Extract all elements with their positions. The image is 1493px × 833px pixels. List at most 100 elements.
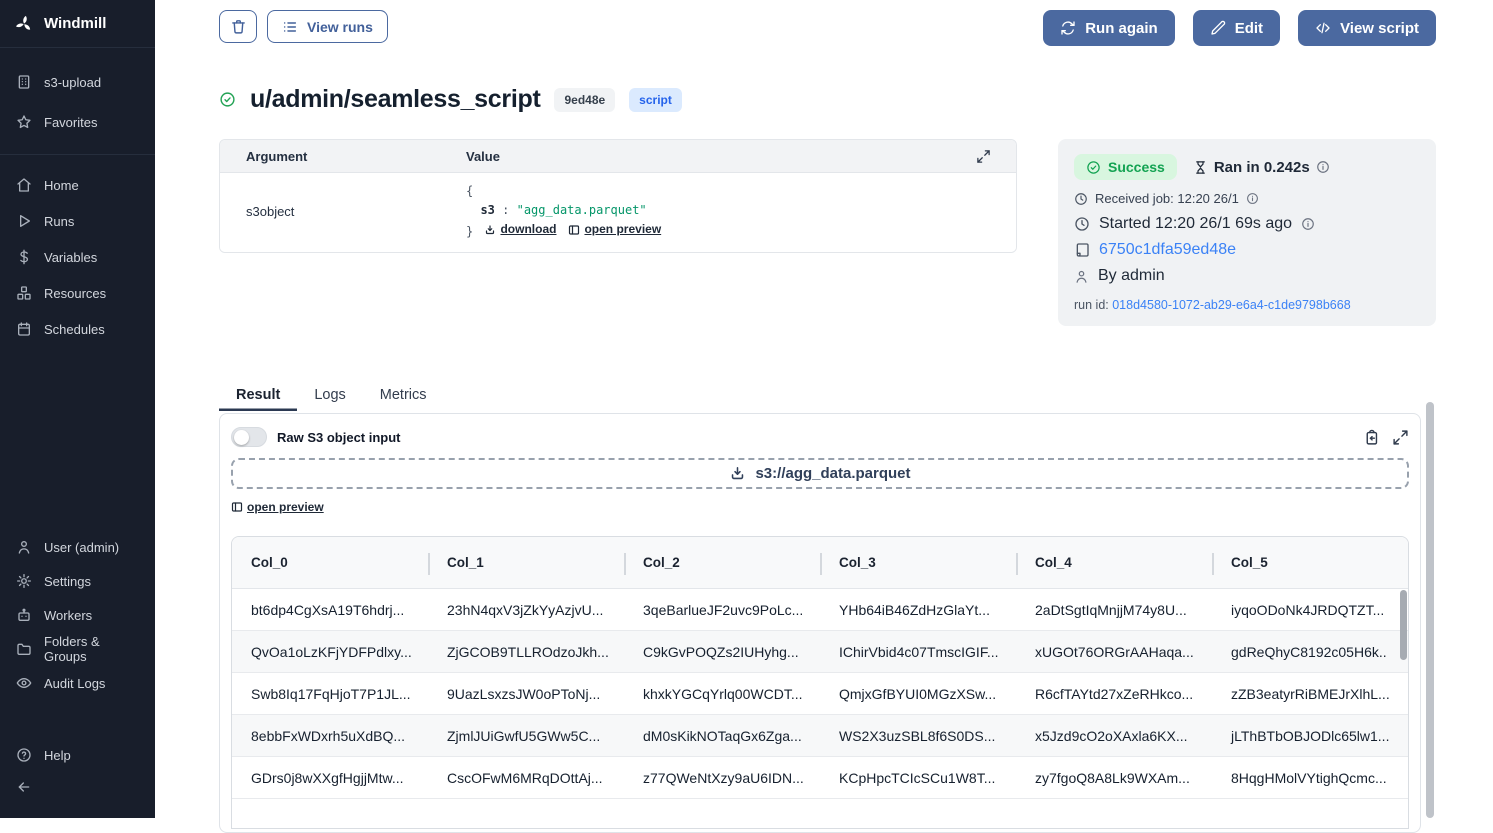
raw-s3-toggle[interactable] — [231, 427, 267, 447]
open-preview-link[interactable]: open preview — [231, 500, 324, 514]
view-script-button[interactable]: View script — [1298, 10, 1436, 46]
panel-preview-icon — [568, 224, 580, 236]
hourglass-icon — [1193, 160, 1208, 175]
run-status-panel: Success Ran in 0.242s Received job: 12:2… — [1058, 139, 1436, 326]
table-cell: dM0sKikNOTaqGx6Zga... — [624, 728, 820, 744]
table-cell: khxkYGCqYrlq00WCDT... — [624, 686, 820, 702]
table-cell: QvOa1oLzKFjYDFPdlxy... — [232, 644, 428, 660]
info-icon[interactable] — [1316, 160, 1330, 174]
home-icon — [16, 177, 32, 193]
table-cell: C9kGvPOQZs2IUHyhg... — [624, 644, 820, 660]
args-col-argument: Argument — [246, 149, 466, 164]
user-icon — [16, 539, 32, 555]
expand-result-icon[interactable] — [1392, 429, 1409, 446]
sidebar-item-user[interactable]: User (admin) — [0, 530, 155, 564]
table-row: Swb8Iq17FqHjoT7P1JL...9UazLsxzsJW0oPToNj… — [232, 673, 1408, 715]
open-preview-link[interactable]: open preview — [568, 220, 661, 239]
table-cell: IChirVbid4c07TmscIGIF... — [820, 644, 1016, 660]
json-colon: : — [502, 203, 509, 217]
by-label: By admin — [1098, 267, 1165, 285]
sidebar-item-home[interactable]: Home — [0, 167, 155, 203]
result-table-body: bt6dp4CgXsA19T6hdrj...23hN4qxV3jZkYyAzjv… — [232, 589, 1408, 799]
trash-icon — [230, 18, 247, 35]
sidebar-item-s3-upload[interactable]: s3-upload — [0, 62, 155, 102]
job-hash-link[interactable]: 6750c1dfa59ed48e — [1099, 241, 1236, 259]
started-line: Started 12:20 26/1 69s ago — [1074, 215, 1420, 233]
pencil-icon — [1210, 20, 1226, 36]
sidebar-item-help[interactable]: Help — [0, 738, 155, 772]
sidebar-item-runs[interactable]: Runs — [0, 203, 155, 239]
arrow-left-icon — [16, 779, 32, 795]
tab-logs[interactable]: Logs — [297, 379, 362, 411]
version-badge[interactable]: 9ed48e — [554, 88, 615, 112]
duration-label: Ran in 0.242s — [1214, 159, 1310, 176]
args-row: s3object { s3 : "agg_data.parquet" } dow… — [220, 173, 1016, 252]
table-cell: iyqoODoNk4JRDQTZT... — [1212, 602, 1408, 618]
info-icon[interactable] — [1301, 217, 1315, 231]
sidebar-item-resources[interactable]: Resources — [0, 275, 155, 311]
refresh-icon — [1060, 20, 1076, 36]
s3-download-box[interactable]: s3://agg_data.parquet — [231, 458, 1409, 489]
run-id-label: run id: — [1074, 298, 1109, 312]
tab-metrics[interactable]: Metrics — [363, 379, 444, 411]
sidebar-item-variables[interactable]: Variables — [0, 239, 155, 275]
workspace-brand[interactable]: Windmill — [0, 0, 155, 48]
table-cell: 2aDtSgtIqMnjjM74y8U... — [1016, 602, 1212, 618]
clipboard-copy-icon[interactable] — [1363, 429, 1380, 446]
sidebar-item-workers[interactable]: Workers — [0, 598, 155, 632]
sidebar-item-folders-groups[interactable]: Folders & Groups — [0, 632, 155, 666]
sidebar-account-group: User (admin) Settings Workers Folders & … — [0, 518, 155, 818]
building-icon — [16, 74, 32, 90]
sidebar-item-schedules[interactable]: Schedules — [0, 311, 155, 347]
sidebar-item-favorites[interactable]: Favorites — [0, 102, 155, 142]
sidebar-item-audit-logs[interactable]: Audit Logs — [0, 666, 155, 700]
info-icon[interactable] — [1246, 192, 1259, 205]
gear-icon — [16, 573, 32, 589]
result-panel: Raw S3 object input s3://agg_data.parque… — [219, 413, 1421, 833]
sidebar-item-settings[interactable]: Settings — [0, 564, 155, 598]
table-cell: z77QWeNtXzy9aU6IDN... — [624, 770, 820, 786]
pinwheel-icon — [14, 14, 34, 34]
raw-s3-toggle-label: Raw S3 object input — [277, 430, 401, 445]
page-vertical-scrollbar[interactable] — [1426, 402, 1434, 818]
arguments-table: Argument Value s3object { s3 : "agg_data… — [219, 139, 1017, 253]
clock-icon — [1074, 192, 1088, 206]
view-runs-button[interactable]: View runs — [267, 10, 388, 43]
help-circle-icon — [16, 747, 32, 763]
view-script-label: View script — [1340, 20, 1419, 37]
table-cell: Swb8Iq17FqHjoT7P1JL... — [232, 686, 428, 702]
received-job-line: Received job: 12:20 26/1 — [1074, 191, 1420, 206]
dollar-icon — [16, 249, 32, 265]
sidebar-item-label: User (admin) — [44, 540, 119, 555]
expand-args-icon[interactable] — [976, 149, 991, 164]
table-cell: 9UazLsxzsJW0oPToNj... — [428, 686, 624, 702]
sidebar-item-label: Resources — [44, 286, 106, 301]
s3-path-label: s3://agg_data.parquet — [755, 465, 910, 482]
calendar-icon — [16, 321, 32, 337]
table-cell: WS2X3uzSBL8f6S0DS... — [820, 728, 1016, 744]
column-header: Col_4 — [1016, 555, 1212, 570]
table-cell: 8HqgHMolVYtighQcmc... — [1212, 770, 1408, 786]
sidebar-collapse-button[interactable] — [0, 772, 155, 802]
table-cell: gdReQhyC8192c05H6k.. — [1212, 644, 1408, 660]
download-icon — [729, 465, 746, 482]
table-cell: ZjmlJUiGwfU5GWw5C... — [428, 728, 624, 744]
open-preview-label: open preview — [584, 220, 661, 239]
title-row: u/admin/seamless_script 9ed48e script — [219, 84, 1436, 115]
boxes-icon — [16, 285, 32, 301]
edit-button[interactable]: Edit — [1193, 10, 1280, 46]
received-job-label: Received job: 12:20 26/1 — [1095, 191, 1239, 206]
delete-button[interactable] — [219, 10, 257, 43]
table-vertical-scrollbar[interactable] — [1400, 590, 1407, 660]
sidebar-spacer — [0, 359, 155, 518]
run-id-link[interactable]: 018d4580-1072-ab29-e6a4-c1de9798b668 — [1112, 298, 1350, 312]
tab-result[interactable]: Result — [219, 379, 297, 411]
sidebar-pinned-group: s3-upload Favorites — [0, 48, 155, 155]
result-tabs: Result Logs Metrics — [219, 379, 1436, 411]
sidebar-item-label: Home — [44, 178, 79, 193]
download-link[interactable]: download — [484, 220, 556, 239]
status-label: Success — [1108, 159, 1165, 175]
run-again-button[interactable]: Run again — [1043, 10, 1175, 46]
json-brace: } — [466, 225, 473, 239]
clock-icon — [1074, 216, 1090, 232]
